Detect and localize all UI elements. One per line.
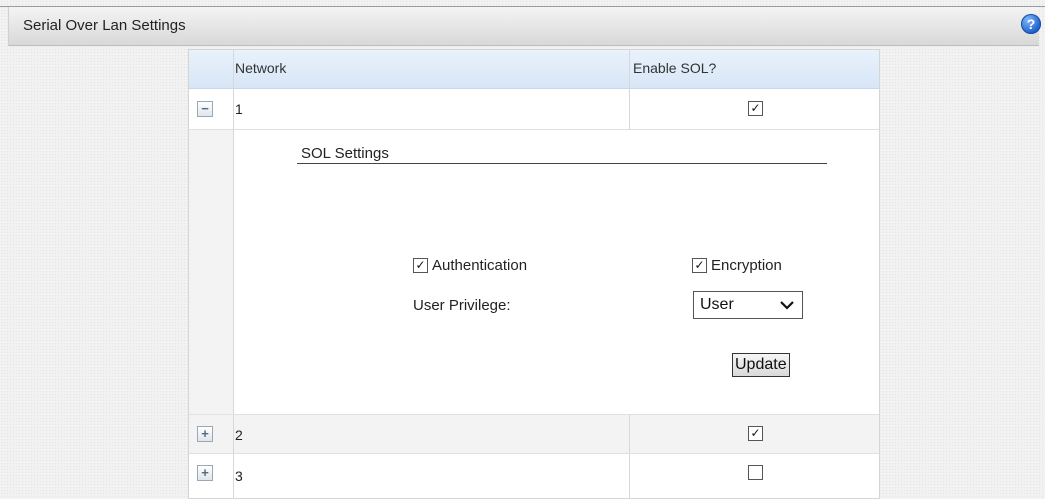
encryption-label[interactable]: Encryption <box>711 257 782 274</box>
help-icon[interactable]: ? <box>1021 14 1041 34</box>
user-privilege-value: User <box>700 296 734 313</box>
network-cell: 2 <box>235 427 243 443</box>
column-divider <box>233 50 234 130</box>
sol-settings-panel: SOL Settings ✓ Authentication ✓ Encrypti… <box>189 130 879 415</box>
user-privilege-select[interactable]: User <box>693 291 803 319</box>
column-header-enable-sol[interactable]: Enable SOL? <box>633 60 716 76</box>
table-row: − 1 ✓ <box>189 89 879 130</box>
panel-title: Serial Over Lan Settings <box>23 17 186 34</box>
network-cell: 1 <box>235 101 243 117</box>
column-header-network[interactable]: Network <box>235 60 286 76</box>
section-divider <box>297 163 827 164</box>
chevron-down-icon <box>780 292 794 327</box>
table-row: + 2 ✓ <box>189 415 879 454</box>
table-header: Network Enable SOL? <box>189 50 879 89</box>
collapse-row-icon[interactable]: − <box>197 101 213 117</box>
expand-row-icon[interactable]: + <box>197 465 213 481</box>
enable-sol-checkbox[interactable]: ✓ <box>748 101 763 116</box>
network-cell: 3 <box>235 468 243 484</box>
panel-header: Serial Over Lan Settings <box>8 7 1039 46</box>
user-privilege-label: User Privilege: <box>413 297 511 314</box>
authentication-label[interactable]: Authentication <box>432 257 527 274</box>
expand-row-icon[interactable]: + <box>197 426 213 442</box>
sol-table: Network Enable SOL? − 1 ✓ SOL Settings ✓… <box>188 49 880 499</box>
column-divider <box>629 50 630 130</box>
column-divider <box>629 415 630 498</box>
page: Serial Over Lan Settings ? Network Enabl… <box>0 0 1045 499</box>
update-button[interactable]: Update <box>732 353 790 377</box>
encryption-checkbox[interactable]: ✓ <box>692 258 707 273</box>
table-row: + 3 <box>189 454 879 497</box>
column-divider <box>233 415 234 498</box>
detail-gutter <box>189 130 234 414</box>
enable-sol-checkbox[interactable]: ✓ <box>748 426 763 441</box>
enable-sol-checkbox[interactable] <box>748 465 763 480</box>
sol-settings-title: SOL Settings <box>301 145 389 162</box>
authentication-checkbox[interactable]: ✓ <box>413 258 428 273</box>
